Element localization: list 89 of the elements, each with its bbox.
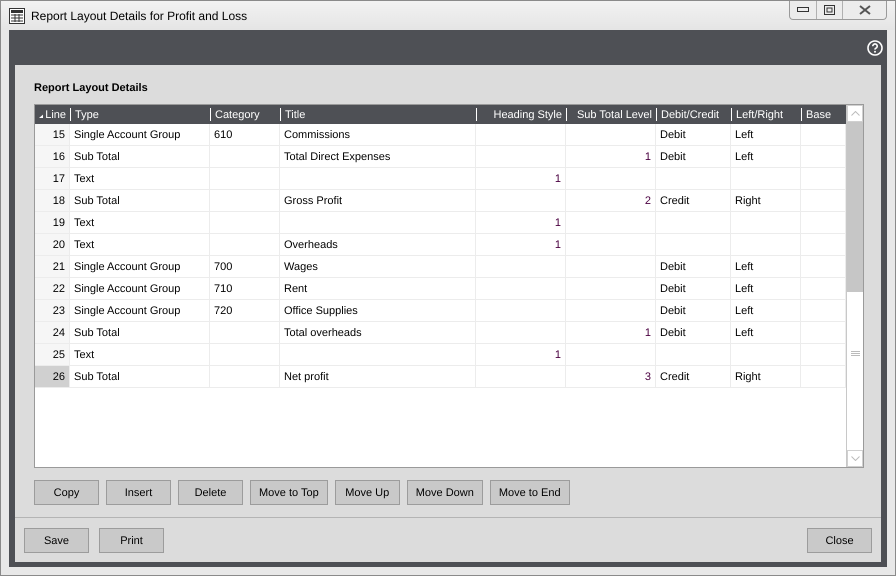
line-number: 15 — [35, 124, 70, 146]
table-cell: Debit — [656, 256, 731, 278]
table-cell: Overheads — [280, 234, 476, 256]
table-cell: 1 — [476, 344, 566, 366]
table-cell: Text — [70, 344, 210, 366]
line-number: 24 — [35, 322, 70, 344]
table-cell: Commissions — [280, 124, 476, 146]
line-number: 20 — [35, 234, 70, 256]
table-cell: Rent — [280, 278, 476, 300]
table-cell: Left — [731, 300, 801, 322]
scrollbar[interactable] — [846, 105, 863, 467]
column-header[interactable]: Heading Style — [476, 108, 566, 121]
table-cell: 700 — [210, 256, 280, 278]
table-cell: 2 — [566, 190, 656, 212]
column-header[interactable]: Debit/Credit — [656, 108, 731, 121]
table-cell: Left — [731, 146, 801, 168]
grip-icon — [850, 351, 860, 357]
table-cell: Net profit — [280, 366, 476, 388]
action-button[interactable]: Move Down — [406, 480, 483, 505]
line-number: 21 — [35, 256, 70, 278]
table-cell: 1 — [566, 322, 656, 344]
table-cell: Sub Total — [70, 366, 210, 388]
close-icon — [858, 5, 870, 15]
table-cell: Single Account Group — [70, 256, 210, 278]
action-button[interactable]: Delete — [178, 480, 243, 505]
table-cell: 3 — [566, 366, 656, 388]
line-number: 19 — [35, 212, 70, 234]
action-button[interactable]: Move Up — [334, 480, 400, 505]
table-cell: Gross Profit — [280, 190, 476, 212]
action-button[interactable]: Copy — [34, 480, 99, 505]
table-cell: 1 — [566, 146, 656, 168]
table-cell: Left — [731, 278, 801, 300]
table-cell: Text — [70, 234, 210, 256]
column-header[interactable]: Type — [70, 108, 210, 121]
section-title: Report Layout Details — [34, 82, 149, 94]
line-number: 23 — [35, 300, 70, 322]
table-cell: Sub Total — [70, 322, 210, 344]
table-cell: Sub Total — [70, 190, 210, 212]
column-header[interactable]: Line — [35, 108, 70, 121]
action-button[interactable]: Move to End — [490, 480, 570, 505]
line-number: 18 — [35, 190, 70, 212]
table-cell: Total Direct Expenses — [280, 146, 476, 168]
line-number: 17 — [35, 168, 70, 190]
table-cell: 710 — [210, 278, 280, 300]
table-cell: Single Account Group — [70, 124, 210, 146]
table-cell: Right — [731, 190, 801, 212]
column-header[interactable]: Left/Right — [731, 108, 801, 121]
table-cell: Total overheads — [280, 322, 476, 344]
table-cell: 720 — [210, 300, 280, 322]
table-cell: 1 — [476, 168, 566, 190]
footer-button[interactable]: Print — [99, 528, 164, 553]
table-cell: Single Account Group — [70, 300, 210, 322]
footer-button[interactable]: Save — [24, 528, 89, 553]
close-dialog-button[interactable]: Close — [807, 528, 872, 553]
column-header[interactable]: Sub Total Level — [566, 108, 656, 121]
table-cell: 610 — [210, 124, 280, 146]
table-cell: Debit — [656, 322, 731, 344]
table-cell: Office Supplies — [280, 300, 476, 322]
minimize-icon — [797, 7, 809, 13]
table-cell: Debit — [656, 124, 731, 146]
column-header[interactable]: Category — [210, 108, 280, 121]
table-cell: Debit — [656, 278, 731, 300]
table-cell: Left — [731, 256, 801, 278]
action-button[interactable]: Insert — [106, 480, 171, 505]
line-number: 22 — [35, 278, 70, 300]
line-number: 26 — [35, 366, 70, 388]
table-cell: Credit — [656, 190, 731, 212]
table-cell: 1 — [476, 212, 566, 234]
table-cell: Text — [70, 168, 210, 190]
table-cell: Single Account Group — [70, 278, 210, 300]
action-button[interactable]: Move to Top — [250, 480, 328, 505]
table-icon — [9, 8, 25, 24]
maximize-icon — [824, 5, 835, 15]
column-header[interactable]: Title — [280, 108, 476, 121]
table-cell: Debit — [656, 300, 731, 322]
table-cell: Text — [70, 212, 210, 234]
line-number: 16 — [35, 146, 70, 168]
table-cell: Left — [731, 124, 801, 146]
window-title: Report Layout Details for Profit and Loss — [31, 8, 248, 22]
table-cell: Credit — [656, 366, 731, 388]
table-cell: Debit — [656, 146, 731, 168]
table-cell: Wages — [280, 256, 476, 278]
table-cell: Left — [731, 322, 801, 344]
line-number: 25 — [35, 344, 70, 366]
table-cell: Right — [731, 366, 801, 388]
table-cell: Sub Total — [70, 146, 210, 168]
table-cell: 1 — [476, 234, 566, 256]
scroll-thumb[interactable] — [847, 122, 863, 292]
help-icon[interactable] — [867, 40, 883, 56]
